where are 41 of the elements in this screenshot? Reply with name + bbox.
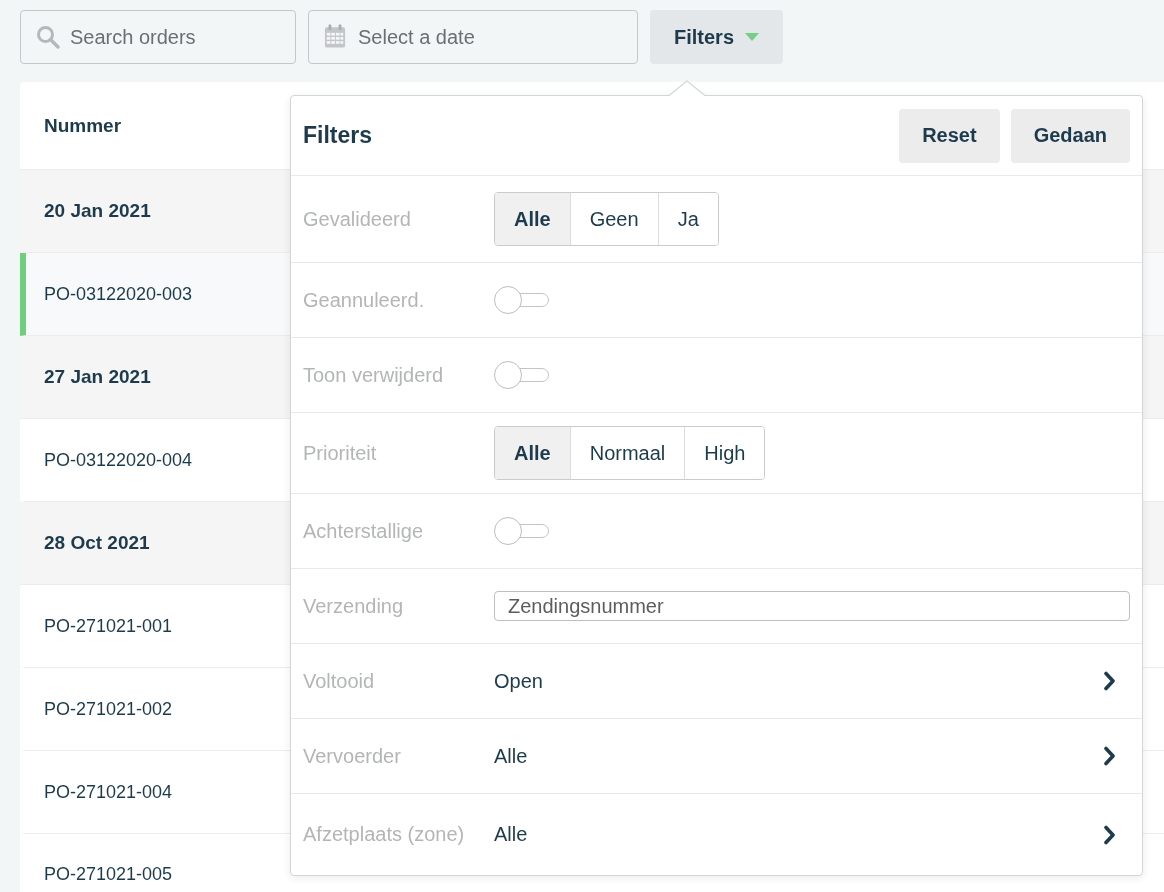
search-icon xyxy=(36,25,60,49)
filter-label: Toon verwijderd xyxy=(303,363,445,387)
caret-down-icon xyxy=(745,33,759,41)
chevron-right-icon[interactable] xyxy=(1103,746,1116,766)
toggle-switch[interactable] xyxy=(494,517,549,545)
group-date: 20 Jan 2021 xyxy=(44,200,151,222)
group-date: 28 Oct 2021 xyxy=(44,532,150,554)
filter-value: Alle xyxy=(494,744,529,768)
filter-label: Geannuleerd. xyxy=(303,288,426,312)
order-number: PO-271021-005 xyxy=(44,864,173,885)
segment-option[interactable]: High xyxy=(684,427,765,479)
filter-label: Vervoerder xyxy=(303,744,402,768)
reset-button[interactable]: Reset xyxy=(899,108,1000,163)
order-number: PO-271021-001 xyxy=(44,615,173,637)
date-field[interactable]: Select a date xyxy=(308,10,638,64)
segment-option[interactable]: Ja xyxy=(657,193,718,245)
order-number: PO-271021-004 xyxy=(44,781,173,803)
filter-label: Verzending xyxy=(303,594,405,618)
filter-label: Voltooid xyxy=(303,669,376,693)
input-field[interactable]: Zendingsnummer xyxy=(494,591,1130,621)
filters-button[interactable]: Filters xyxy=(650,10,783,64)
order-number: PO-03122020-003 xyxy=(44,283,193,305)
search-field[interactable]: Search orders xyxy=(20,10,296,64)
segment-option[interactable]: Alle xyxy=(495,427,570,479)
order-number: PO-03122020-004 xyxy=(44,449,193,471)
segment-option[interactable]: Alle xyxy=(495,193,570,245)
order-number: PO-271021-002 xyxy=(44,698,173,720)
filter-label: Prioriteit xyxy=(303,441,378,465)
column-header[interactable]: Nummer xyxy=(44,114,122,137)
done-button[interactable]: Gedaan xyxy=(1010,108,1130,163)
toggle-switch[interactable] xyxy=(494,286,549,314)
popover-title: Filters xyxy=(303,122,374,149)
filter-label: Afzetplaats (zone) xyxy=(303,823,466,846)
chevron-right-icon[interactable] xyxy=(1103,671,1116,691)
filter-label: Achterstallige xyxy=(303,519,425,543)
chevron-right-icon[interactable] xyxy=(1103,824,1116,845)
filter-value: Open xyxy=(494,669,544,693)
filter-label: Gevalideerd xyxy=(303,207,412,231)
filter-value: Alle xyxy=(494,823,529,846)
toggle-switch[interactable] xyxy=(494,361,549,389)
group-date: 27 Jan 2021 xyxy=(44,366,151,388)
